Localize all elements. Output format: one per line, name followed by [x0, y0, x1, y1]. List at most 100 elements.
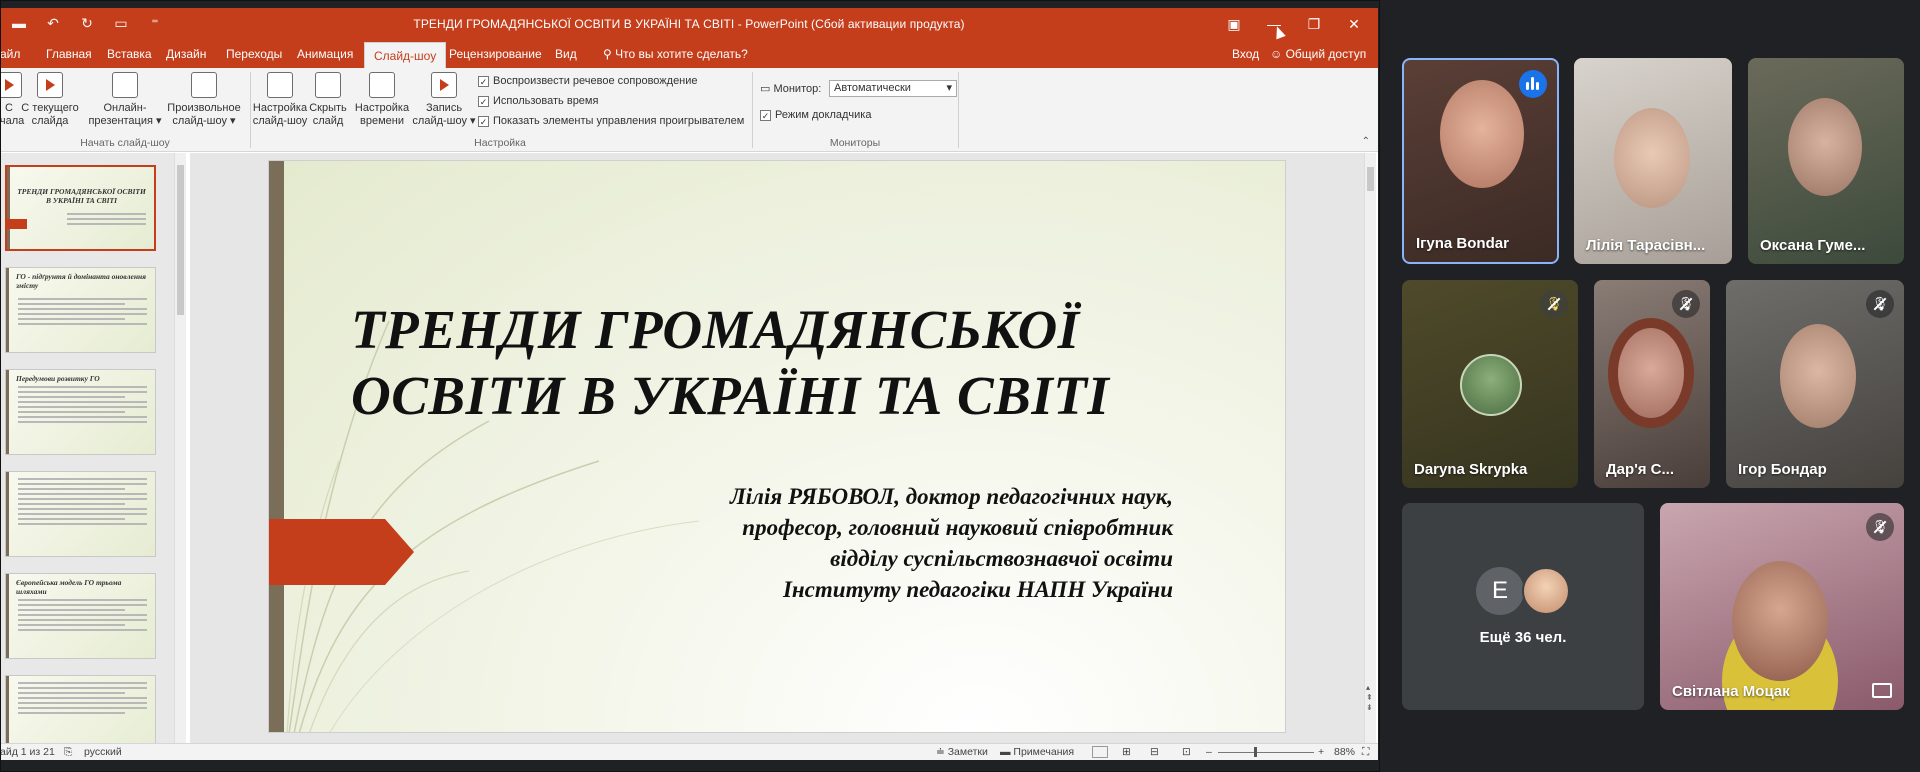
- zoom-level[interactable]: 88%: [1334, 746, 1355, 758]
- media-controls-checkbox[interactable]: ✓ Показать элементы управления проигрыват…: [478, 115, 744, 127]
- rehearse-timings-button[interactable]: Настройка времени: [352, 72, 412, 128]
- participant-tile[interactable]: 🎙 Ігор Бондар: [1726, 280, 1904, 488]
- prev-next-slide-icons[interactable]: ▴ ⇞ ⇟: [1366, 683, 1373, 713]
- share-button[interactable]: ☺ Общий доступ: [1261, 40, 1375, 68]
- thumb-bar: [7, 167, 10, 249]
- participant-tile[interactable]: Оксана Гуме...: [1748, 58, 1904, 264]
- slide-title-line: ОСВІТИ В УКРАЇНІ ТА СВІТІ: [351, 365, 1110, 426]
- thumb-line: [18, 712, 125, 714]
- pip-icon[interactable]: [1872, 683, 1892, 698]
- thumb-line: [18, 411, 125, 413]
- participant-tile[interactable]: Iгуna Bondar: [1402, 58, 1559, 264]
- slide-thumbnail[interactable]: Передумови розвитку ГО: [5, 369, 156, 455]
- stopwatch-icon: [369, 72, 395, 98]
- collapse-ribbon-icon[interactable]: ⌃: [1362, 136, 1370, 147]
- thumbnail-title: ТРЕНДИ ГРОМАДЯНСЬКОЇ ОСВІТИ В УКРАЇНІ ТА…: [17, 187, 146, 205]
- thumb-line: [18, 318, 125, 320]
- slide-thumbnail[interactable]: [5, 675, 156, 743]
- setup-slideshow-button[interactable]: Настройка слайд-шоу: [252, 72, 308, 128]
- thumb-line: [18, 682, 147, 684]
- author-line: Лілія РЯБОВОЛ, доктор педагогічних наук,: [730, 484, 1173, 509]
- thumbnail-title: ГО - підґрунтя й домінанта оновлення змі…: [16, 272, 147, 290]
- slide-thumbnail[interactable]: ГО - підґрунтя й домінанта оновлення змі…: [5, 267, 156, 353]
- tab-slideshow[interactable]: Слайд-шоу: [364, 42, 447, 68]
- slide-thumbnail[interactable]: Європейська модель ГО трьома шляхами: [5, 573, 156, 659]
- close-button[interactable]: ✕: [1334, 8, 1374, 40]
- presenter-view-checkbox[interactable]: ✓ Режим докладчика: [760, 109, 871, 121]
- author-line: відділу суспільствознавчої освіти: [830, 546, 1173, 571]
- tab-design[interactable]: Дизайн: [157, 40, 215, 68]
- mic-off-icon: 🎙: [1540, 290, 1568, 318]
- hide-slide-icon: [315, 72, 341, 98]
- checkmark-icon: ✓: [478, 96, 489, 107]
- participant-name: Оксана Гуме...: [1760, 237, 1866, 254]
- language-indicator[interactable]: русский: [84, 746, 122, 758]
- thumb-line: [18, 697, 147, 699]
- comments-button[interactable]: ▬ Примечания: [1000, 746, 1074, 758]
- ribbon-display-icon[interactable]: ▣: [1214, 8, 1254, 40]
- thumb-line: [18, 391, 147, 393]
- tab-review[interactable]: Рецензирование: [440, 40, 551, 68]
- ribbon-tabs: айл Главная Вставка Дизайн Переходы Аним…: [0, 40, 1378, 68]
- window-title: ТРЕНДИ ГРОМАДЯНСЬКОЇ ОСВІТИ В УКРАЇНІ ТА…: [413, 17, 965, 31]
- speaking-indicator-icon: [1519, 70, 1547, 98]
- status-bar: айд 1 из 21 ⎘ русский ≐ Заметки ▬ Примеч…: [0, 743, 1378, 760]
- zoom-out-icon[interactable]: –: [1206, 746, 1212, 758]
- thumb-line: [18, 599, 147, 601]
- checkmark-icon: ✓: [760, 110, 771, 121]
- thumbnails-scrollbar[interactable]: [174, 153, 186, 743]
- comment-icon: ▬: [1000, 746, 1014, 758]
- zoom-in-icon[interactable]: +: [1318, 746, 1324, 758]
- tell-me-box[interactable]: ⚲ Что вы хотите сделать?: [594, 40, 757, 68]
- participant-tile[interactable]: 🎙 Світлана Моцак: [1660, 503, 1904, 710]
- spellcheck-icon[interactable]: ⎘: [64, 746, 72, 759]
- hide-slide-button[interactable]: Скрыть слайд: [308, 72, 348, 128]
- tab-animations[interactable]: Анимация: [288, 40, 362, 68]
- more-participants-tile[interactable]: E Ещё 36 чел.: [1402, 503, 1644, 710]
- custom-slideshow-icon: [191, 72, 217, 98]
- slide-thumbnail[interactable]: [5, 471, 156, 557]
- timings-checkbox[interactable]: ✓ Использовать время: [478, 95, 598, 107]
- notes-button[interactable]: ≐ Заметки: [936, 746, 988, 758]
- participant-tile[interactable]: Лілія Тарасівн...: [1574, 58, 1732, 264]
- narration-checkbox[interactable]: ✓ Воспроизвести речевое сопровождение: [478, 75, 698, 87]
- tab-file[interactable]: айл: [0, 40, 29, 68]
- powerpoint-window: ▬ ↶ ↻ ▭ ⁼ ТРЕНДИ ГРОМАДЯНСЬКОЇ ОСВІТИ В УКРА…: [0, 8, 1378, 760]
- mic-off-icon: 🎙: [1866, 513, 1894, 541]
- scrollbar-thumb[interactable]: [177, 165, 184, 315]
- online-present-button[interactable]: Онлайн-презентация ▾: [86, 72, 164, 128]
- participant-tile[interactable]: 🎙 Daryna Skrypka: [1402, 280, 1578, 488]
- from-current-button[interactable]: С текущего слайда: [20, 72, 80, 128]
- thumb-line: [67, 218, 146, 220]
- scrollbar-thumb[interactable]: [1367, 167, 1374, 191]
- normal-view-icon[interactable]: [1092, 746, 1108, 758]
- slide-sorter-icon[interactable]: ⊞: [1122, 746, 1131, 758]
- slide-thumbnail[interactable]: ТРЕНДИ ГРОМАДЯНСЬКОЇ ОСВІТИ В УКРАЇНІ ТА…: [5, 165, 156, 251]
- slide-scrollbar[interactable]: ▴ ⇞ ⇟: [1364, 153, 1376, 743]
- participant-name: Daryna Skrypka: [1414, 461, 1528, 478]
- thumb-line: [18, 298, 147, 300]
- zoom-slider-handle[interactable]: [1254, 747, 1257, 757]
- monitor-select[interactable]: Автоматически ▾: [829, 80, 957, 97]
- current-slide[interactable]: ТРЕНДИ ГРОМАДЯНСЬКОЇ ОСВІТИ В УКРАЇНІ ТА…: [268, 160, 1286, 733]
- restore-button[interactable]: ❐: [1294, 8, 1334, 40]
- slide-red-arrow: [269, 519, 414, 585]
- fit-to-window-icon[interactable]: ⛶: [1362, 746, 1369, 759]
- monitor-label: ▭ Монитор:: [760, 83, 822, 95]
- tab-transitions[interactable]: Переходы: [217, 40, 291, 68]
- checkmark-icon: ✓: [478, 76, 489, 87]
- tab-view[interactable]: Вид: [546, 40, 586, 68]
- tab-home[interactable]: Главная: [37, 40, 101, 68]
- custom-slideshow-button[interactable]: Произвольное слайд-шоу ▾: [164, 72, 244, 128]
- zoom-slider[interactable]: [1218, 752, 1314, 753]
- thumb-line: [18, 498, 147, 500]
- mic-off-icon: 🎙: [1672, 290, 1700, 318]
- participant-avatar: [1522, 567, 1570, 615]
- record-slideshow-button[interactable]: Запись слайд-шоу ▾: [412, 72, 476, 128]
- slideshow-view-icon[interactable]: ⊡: [1182, 746, 1191, 758]
- participant-avatar: E: [1476, 567, 1524, 615]
- reading-view-icon[interactable]: ⊟: [1150, 746, 1159, 758]
- thumb-line: [18, 508, 147, 510]
- participant-tile[interactable]: 🎙 Дар'я С...: [1594, 280, 1710, 488]
- tab-insert[interactable]: Вставка: [98, 40, 161, 68]
